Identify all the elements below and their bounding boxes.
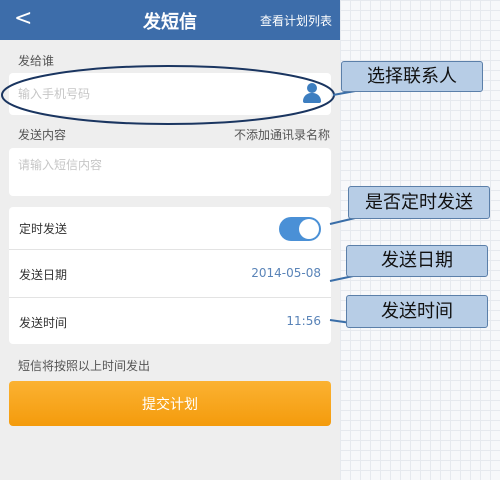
callout-select-contact: 选择联系人 [341, 61, 483, 92]
scheduled-send-toggle[interactable] [279, 217, 321, 241]
recipient-card [9, 73, 331, 115]
send-time-label: 发送时间 [19, 316, 68, 330]
send-time-value[interactable]: 11:56 [286, 314, 321, 328]
view-plan-list-link[interactable]: 查看计划列表 [260, 12, 332, 29]
divider [9, 249, 331, 250]
content-card [9, 148, 331, 196]
scheduled-send-label: 定时发送 [19, 222, 68, 236]
phone-screen: < 发短信 查看计划列表 发给谁 发送内容 不添加通讯录名称 定时发送 发送日期… [0, 0, 340, 480]
callout-scheduled-send: 是否定时发送 [348, 186, 490, 219]
schedule-hint: 短信将按照以上时间发出 [18, 359, 151, 373]
callout-send-time: 发送时间 [346, 295, 488, 328]
no-contact-name-note[interactable]: 不添加通讯录名称 [234, 126, 330, 143]
content-label: 发送内容 [18, 128, 67, 142]
top-bar: < 发短信 查看计划列表 [0, 0, 340, 40]
send-date-value[interactable]: 2014-05-08 [251, 266, 321, 280]
phone-number-input[interactable] [18, 86, 314, 102]
recipient-label: 发给谁 [18, 54, 55, 68]
person-icon[interactable] [303, 83, 321, 103]
submit-plan-button[interactable]: 提交计划 [9, 381, 331, 426]
send-date-label: 发送日期 [19, 268, 68, 282]
toggle-knob [299, 219, 319, 239]
callout-send-date: 发送日期 [346, 245, 488, 277]
divider [9, 297, 331, 298]
sms-content-input[interactable] [18, 156, 314, 188]
